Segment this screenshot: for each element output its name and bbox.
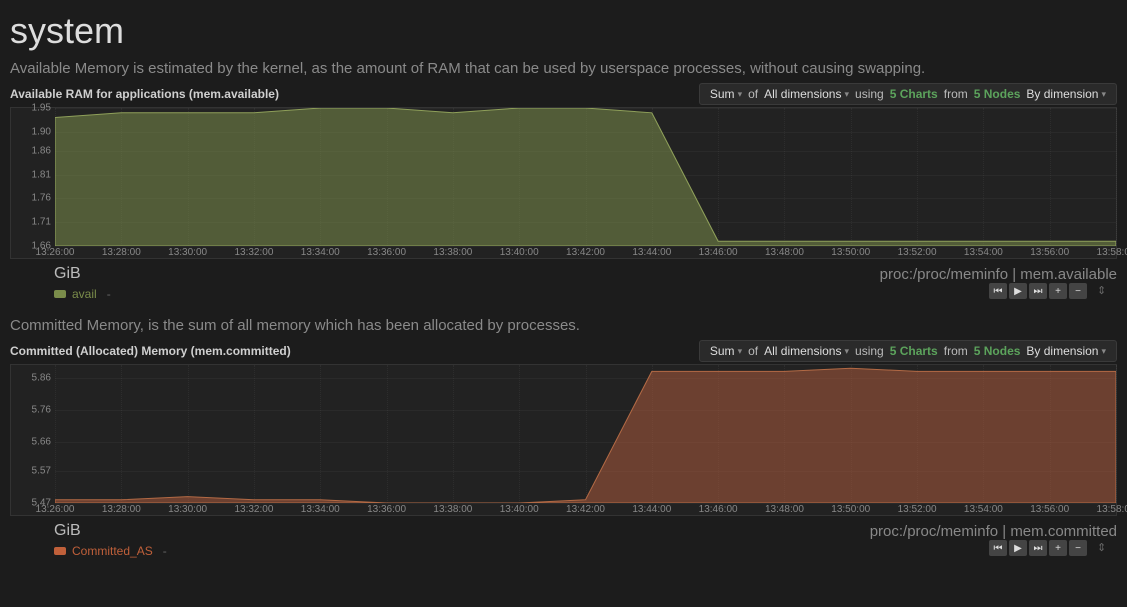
- x-tick: 13:50:00: [831, 247, 870, 258]
- x-tick: 13:32:00: [234, 247, 273, 258]
- chevron-down-icon: ▾: [844, 89, 849, 100]
- of-label: of: [748, 87, 758, 101]
- rewind-button[interactable]: ⏮: [989, 283, 1007, 299]
- groupby-dropdown[interactable]: By dimension ▾: [1026, 87, 1106, 101]
- y-tick: 1.95: [11, 103, 51, 114]
- chevron-down-icon: ▾: [738, 346, 743, 357]
- x-tick: 13:26:00: [36, 504, 75, 515]
- x-tick: 13:28:00: [102, 247, 141, 258]
- y-tick: 5.76: [11, 404, 51, 415]
- using-label: using: [855, 87, 884, 101]
- x-tick: 13:52:00: [898, 247, 937, 258]
- x-tick: 13:40:00: [500, 504, 539, 515]
- x-tick: 13:50:00: [831, 504, 870, 515]
- chart-toolbar: Sum ▾ of All dimensions ▾ using 5 Charts from…: [699, 83, 1117, 105]
- unit-label: GiB: [54, 265, 81, 283]
- chart-title: Committed (Allocated) Memory (mem.commit…: [10, 344, 291, 358]
- zoom-in-button[interactable]: +: [1049, 540, 1067, 556]
- chevron-down-icon: ▾: [1101, 346, 1106, 357]
- x-tick: 13:32:00: [234, 504, 273, 515]
- x-tick: 13:38:00: [433, 247, 472, 258]
- from-label: from: [944, 344, 968, 358]
- resize-handle[interactable]: ⇕: [1097, 284, 1111, 298]
- y-tick: 1.71: [11, 217, 51, 228]
- chevron-down-icon: ▾: [844, 346, 849, 357]
- y-tick: 5.66: [11, 437, 51, 448]
- x-tick: 13:46:00: [699, 504, 738, 515]
- chevron-down-icon: ▾: [1101, 89, 1106, 100]
- y-tick: 1.86: [11, 145, 51, 156]
- nodes-count[interactable]: 5 Nodes: [974, 87, 1021, 101]
- dimensions-dropdown[interactable]: All dimensions ▾: [764, 344, 849, 358]
- legend-value: -: [107, 287, 111, 301]
- source-label: proc:/proc/meminfo | mem.committed: [870, 523, 1117, 540]
- unit-label: GiB: [54, 522, 81, 540]
- chart-title: Available RAM for applications (mem.avai…: [10, 87, 279, 101]
- agg-dropdown[interactable]: Sum ▾: [710, 87, 742, 101]
- x-tick: 13:30:00: [168, 504, 207, 515]
- x-tick: 13:42:00: [566, 247, 605, 258]
- legend-swatch: [54, 290, 66, 298]
- play-button[interactable]: ▶: [1009, 283, 1027, 299]
- resize-handle[interactable]: ⇕: [1097, 541, 1111, 555]
- x-tick: 13:38:00: [433, 504, 472, 515]
- zoom-out-button[interactable]: −: [1069, 283, 1087, 299]
- x-tick: 13:44:00: [632, 247, 671, 258]
- x-tick: 13:54:00: [964, 247, 1003, 258]
- x-tick: 13:36:00: [367, 504, 406, 515]
- from-label: from: [944, 87, 968, 101]
- groupby-dropdown[interactable]: By dimension ▾: [1026, 344, 1106, 358]
- legend-label: avail: [72, 287, 97, 301]
- x-tick: 13:58:00: [1097, 504, 1127, 515]
- forward-button[interactable]: ⏭: [1029, 540, 1047, 556]
- x-tick: 13:48:00: [765, 247, 804, 258]
- y-tick: 5.57: [11, 465, 51, 476]
- x-tick: 13:58:00: [1097, 247, 1127, 258]
- of-label: of: [748, 344, 758, 358]
- using-label: using: [855, 344, 884, 358]
- dimensions-dropdown[interactable]: All dimensions ▾: [764, 87, 849, 101]
- chevron-down-icon: ▾: [738, 89, 743, 100]
- rewind-button[interactable]: ⏮: [989, 540, 1007, 556]
- chart-plot[interactable]: 1.661.711.761.811.861.901.9513:26:0013:2…: [10, 107, 1117, 259]
- agg-dropdown[interactable]: Sum ▾: [710, 344, 742, 358]
- x-tick: 13:36:00: [367, 247, 406, 258]
- y-tick: 5.86: [11, 372, 51, 383]
- play-button[interactable]: ▶: [1009, 540, 1027, 556]
- x-tick: 13:48:00: [765, 504, 804, 515]
- y-tick: 1.76: [11, 193, 51, 204]
- x-tick: 13:46:00: [699, 247, 738, 258]
- forward-button[interactable]: ⏭: [1029, 283, 1047, 299]
- x-tick: 13:34:00: [301, 504, 340, 515]
- x-tick: 13:44:00: [632, 504, 671, 515]
- x-tick: 13:56:00: [1030, 247, 1069, 258]
- x-tick: 13:30:00: [168, 247, 207, 258]
- chart-description: Available Memory is estimated by the ker…: [10, 60, 1117, 77]
- x-tick: 13:54:00: [964, 504, 1003, 515]
- charts-count[interactable]: 5 Charts: [890, 87, 938, 101]
- zoom-in-button[interactable]: +: [1049, 283, 1067, 299]
- x-tick: 13:52:00: [898, 504, 937, 515]
- chart-toolbar: Sum ▾ of All dimensions ▾ using 5 Charts from…: [699, 340, 1117, 362]
- legend-label: Committed_AS: [72, 544, 153, 558]
- page-title: system: [10, 10, 1117, 52]
- nodes-count[interactable]: 5 Nodes: [974, 344, 1021, 358]
- y-tick: 1.90: [11, 126, 51, 137]
- chart-description: Committed Memory, is the sum of all memo…: [10, 317, 1117, 334]
- legend-swatch: [54, 547, 66, 555]
- x-tick: 13:26:00: [36, 247, 75, 258]
- y-tick: 1.81: [11, 169, 51, 180]
- zoom-out-button[interactable]: −: [1069, 540, 1087, 556]
- x-tick: 13:42:00: [566, 504, 605, 515]
- source-label: proc:/proc/meminfo | mem.available: [880, 266, 1117, 283]
- x-tick: 13:56:00: [1030, 504, 1069, 515]
- x-tick: 13:40:00: [500, 247, 539, 258]
- x-tick: 13:34:00: [301, 247, 340, 258]
- charts-count[interactable]: 5 Charts: [890, 344, 938, 358]
- chart-plot[interactable]: 5.475.575.665.765.8613:26:0013:28:0013:3…: [10, 364, 1117, 516]
- legend-value: -: [163, 544, 167, 558]
- x-tick: 13:28:00: [102, 504, 141, 515]
